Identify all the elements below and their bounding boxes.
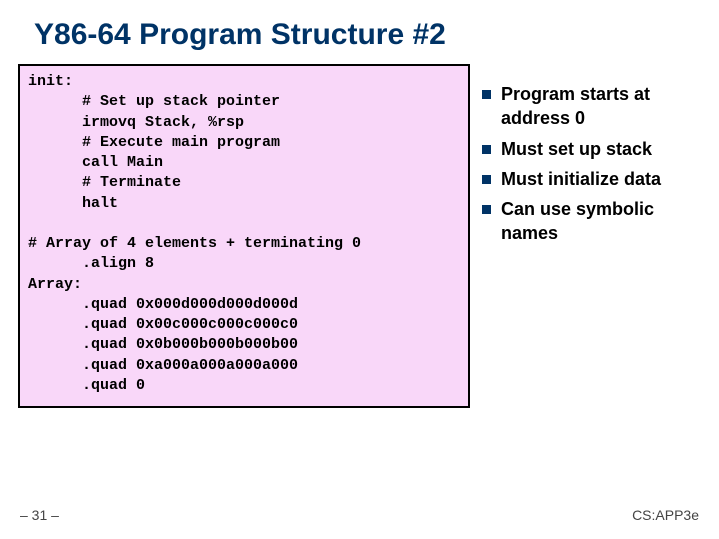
bullet-item: Must set up stack <box>482 137 701 161</box>
bullet-item: Can use symbolic names <box>482 197 701 246</box>
bullet-text: Program starts at address 0 <box>501 82 701 131</box>
code-block: init: # Set up stack pointer irmovq Stac… <box>18 64 470 408</box>
content-area: init: # Set up stack pointer irmovq Stac… <box>0 52 719 408</box>
bullet-list: Program starts at address 0 Must set up … <box>482 64 701 408</box>
square-bullet-icon <box>482 205 491 214</box>
bullet-text: Can use symbolic names <box>501 197 701 246</box>
bullet-item: Must initialize data <box>482 167 701 191</box>
bullet-text: Must set up stack <box>501 137 652 161</box>
bullet-item: Program starts at address 0 <box>482 82 701 131</box>
square-bullet-icon <box>482 90 491 99</box>
slide-title: Y86-64 Program Structure #2 <box>0 0 719 52</box>
square-bullet-icon <box>482 145 491 154</box>
bullet-text: Must initialize data <box>501 167 661 191</box>
course-label: CS:APP3e <box>632 507 699 523</box>
square-bullet-icon <box>482 175 491 184</box>
slide-number: – 31 – <box>20 507 59 523</box>
